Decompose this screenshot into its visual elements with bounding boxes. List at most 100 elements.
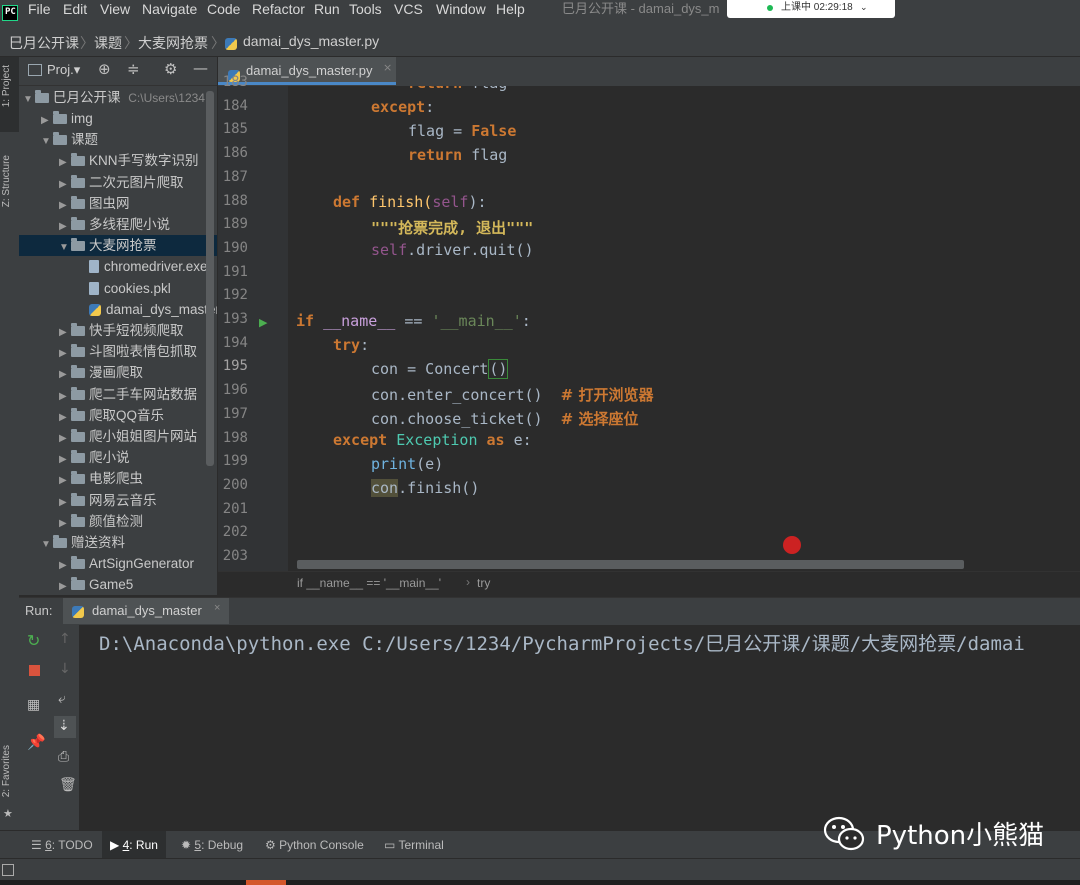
- folder-icon: [71, 429, 85, 442]
- collapse-arrow-icon[interactable]: ▶: [59, 216, 71, 237]
- footer-breadcrumb-item[interactable]: try: [477, 576, 490, 590]
- collapse-arrow-icon[interactable]: ▶: [59, 576, 71, 595]
- menu-help[interactable]: Help: [496, 0, 525, 18]
- folder-icon: [53, 132, 67, 146]
- locate-icon[interactable]: ⊕: [98, 60, 111, 78]
- collapse-arrow-icon[interactable]: ▶: [59, 470, 71, 491]
- tree-item[interactable]: ▼ 赠送资料: [19, 532, 217, 553]
- tree-item[interactable]: ▶ 电影爬虫: [19, 468, 217, 489]
- tree-item[interactable]: ▶ img: [19, 108, 217, 129]
- menu-file[interactable]: File: [28, 0, 51, 18]
- tree-item[interactable]: ▶ 图虫网: [19, 193, 217, 214]
- pin-icon[interactable]: 📌: [27, 733, 46, 751]
- menu-window[interactable]: Window: [436, 0, 486, 18]
- collapse-arrow-icon[interactable]: ▶: [59, 555, 71, 576]
- tree-item[interactable]: ▶ KNN手写数字识别: [19, 150, 217, 171]
- collapse-arrow-icon[interactable]: ▶: [59, 343, 71, 364]
- tree-item[interactable]: cookies.pkl: [19, 278, 217, 299]
- tree-item[interactable]: ▶ 漫画爬取: [19, 362, 217, 383]
- live-status-badge[interactable]: 上课中 02:29:18 ⌄: [727, 0, 895, 18]
- expand-arrow-icon[interactable]: ▼: [59, 237, 71, 258]
- stop-icon[interactable]: [29, 665, 40, 676]
- menu-view[interactable]: View: [100, 0, 130, 18]
- collapse-arrow-icon[interactable]: ▶: [59, 449, 71, 470]
- menu-run[interactable]: Run: [314, 0, 340, 18]
- tree-item[interactable]: ▶ 颜值检测: [19, 511, 217, 532]
- expand-arrow-icon[interactable]: ▼: [41, 131, 53, 152]
- run-tool-tab[interactable]: ▶ 4: Run: [110, 838, 158, 852]
- tree-item[interactable]: damai_dys_master.py: [19, 299, 217, 320]
- console-output[interactable]: D:\Anaconda\python.exe C:/Users/1234/Pyc…: [79, 625, 1080, 830]
- collapse-arrow-icon[interactable]: ▶: [59, 174, 71, 195]
- close-icon[interactable]: ×: [383, 61, 392, 74]
- up-arrow-icon[interactable]: ↑: [59, 631, 71, 647]
- run-gutter-icon[interactable]: ▶: [259, 316, 267, 329]
- menu-code[interactable]: Code: [207, 0, 240, 18]
- collapse-all-icon[interactable]: ≑: [127, 60, 140, 78]
- folder-icon: [71, 344, 85, 358]
- tree-item[interactable]: ▶ 网易云音乐: [19, 490, 217, 511]
- project-tool-label[interactable]: 1: Project: [1, 65, 12, 107]
- editor-horizontal-scrollbar[interactable]: [297, 560, 964, 569]
- collapse-arrow-icon[interactable]: ▶: [59, 492, 71, 513]
- layout-icon[interactable]: ▦: [27, 697, 40, 713]
- collapse-arrow-icon[interactable]: ▶: [59, 195, 71, 216]
- tree-item[interactable]: ▶ 爬小说: [19, 447, 217, 468]
- trash-icon[interactable]: 🗑: [59, 777, 77, 793]
- status-toggle-icon[interactable]: [2, 864, 14, 876]
- expand-arrow-icon[interactable]: ▼: [41, 534, 53, 555]
- favorites-tool-label[interactable]: 2: Favorites: [1, 745, 12, 797]
- tree-root[interactable]: ▼ 巳月公开课 C:\Users\1234: [19, 87, 217, 108]
- soft-wrap-icon[interactable]: ⤶: [58, 691, 66, 707]
- breadcrumb-item[interactable]: 大麦网抢票: [138, 33, 208, 53]
- project-view-selector[interactable]: Proj.▾: [47, 62, 80, 78]
- down-arrow-icon[interactable]: ↓: [59, 661, 71, 677]
- project-scrollbar[interactable]: [206, 91, 214, 466]
- menu-navigate[interactable]: Navigate: [142, 0, 197, 18]
- tab-label: Python Console: [279, 838, 364, 852]
- breadcrumb-item[interactable]: 巳月公开课: [9, 33, 79, 53]
- collapse-arrow-icon[interactable]: ▶: [41, 110, 53, 131]
- code-area[interactable]: return flag except: flag = False return …: [288, 86, 1080, 571]
- menu-refactor[interactable]: Refactor: [252, 0, 305, 18]
- collapse-arrow-icon[interactable]: ▶: [59, 513, 71, 534]
- todo-tab[interactable]: ☰ 6: TODO: [31, 838, 93, 852]
- terminal-tab[interactable]: ▭ Terminal: [384, 838, 444, 852]
- menu-tools[interactable]: Tools: [349, 0, 382, 18]
- collapse-arrow-icon[interactable]: ▶: [59, 428, 71, 449]
- debug-tool-tab[interactable]: ✹ 5: Debug: [181, 838, 243, 852]
- breadcrumb-item[interactable]: damai_dys_master.py: [243, 33, 379, 49]
- tree-item[interactable]: ▶ 二次元图片爬取: [19, 172, 217, 193]
- print-icon[interactable]: ⎙: [58, 749, 69, 765]
- collapse-arrow-icon[interactable]: ▶: [59, 407, 71, 428]
- menu-edit[interactable]: Edit: [63, 0, 87, 18]
- footer-breadcrumb-item[interactable]: if __name__ == '__main__': [297, 576, 441, 590]
- code-token: ):: [468, 193, 487, 211]
- python-console-tab[interactable]: ⚙ Python Console: [265, 838, 364, 852]
- menu-vcs[interactable]: VCS: [394, 0, 423, 18]
- collapse-arrow-icon[interactable]: ▶: [59, 386, 71, 407]
- structure-tool-label[interactable]: Z: Structure: [1, 155, 12, 207]
- gear-icon[interactable]: ⚙: [164, 60, 177, 78]
- tree-item[interactable]: ▼ 课题: [19, 129, 217, 150]
- rerun-icon[interactable]: ↻: [27, 631, 40, 650]
- tree-item[interactable]: ▶ Game5: [19, 574, 217, 595]
- tree-item[interactable]: chromedriver.exe: [19, 256, 217, 277]
- tree-item[interactable]: ▶ 斗图啦表情包抓取: [19, 341, 217, 362]
- tree-item[interactable]: ▶ 爬小姐姐图片网站: [19, 426, 217, 447]
- collapse-arrow-icon[interactable]: ▶: [59, 152, 71, 173]
- minimize-icon[interactable]: —: [193, 59, 208, 77]
- breadcrumb-item[interactable]: 课题: [94, 33, 122, 53]
- tree-item[interactable]: ▼ 大麦网抢票: [19, 235, 217, 258]
- tree-item[interactable]: ▶ 快手短视频爬取: [19, 320, 217, 341]
- scroll-to-end-button[interactable]: ⇣: [54, 716, 76, 738]
- close-icon[interactable]: ×: [214, 602, 220, 614]
- tree-item[interactable]: ▶ 爬取QQ音乐: [19, 405, 217, 426]
- tree-item[interactable]: ▶ 多线程爬小说: [19, 214, 217, 235]
- collapse-arrow-icon[interactable]: ▶: [59, 364, 71, 385]
- run-tab[interactable]: damai_dys_master ×: [63, 598, 229, 624]
- expand-arrow-icon[interactable]: ▼: [23, 89, 35, 110]
- tree-item[interactable]: ▶ ArtSignGenerator: [19, 553, 217, 574]
- tree-item[interactable]: ▶ 爬二手车网站数据: [19, 384, 217, 405]
- collapse-arrow-icon[interactable]: ▶: [59, 322, 71, 343]
